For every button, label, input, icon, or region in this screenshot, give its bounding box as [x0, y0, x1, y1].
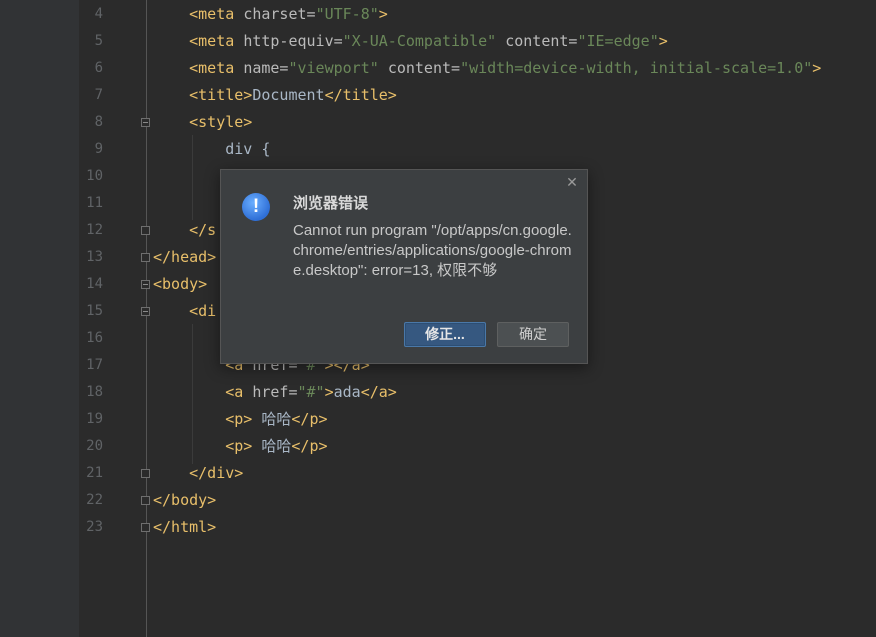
left-tool-strip: [0, 0, 79, 637]
code-line: <di: [189, 302, 217, 320]
line-number: 10: [86, 168, 103, 184]
code-line: </div>: [189, 464, 244, 482]
line-number: 17: [86, 357, 103, 373]
code-line: </html>: [153, 518, 217, 536]
line-number: 21: [86, 465, 103, 481]
dialog-title: 浏览器错误: [293, 195, 369, 212]
line-number: 15: [86, 303, 103, 319]
fold-end-icon[interactable]: [141, 523, 150, 532]
line-number: 11: [86, 195, 103, 211]
close-icon[interactable]: ✕: [565, 175, 579, 189]
line-number: 14: [86, 276, 103, 292]
fold-end-icon[interactable]: [141, 226, 150, 235]
line-number: 9: [94, 141, 103, 157]
code-line: <meta http-equiv="X-UA-Compatible" conte…: [189, 32, 668, 50]
fold-end-icon[interactable]: [141, 253, 150, 262]
code-line: <p> 哈哈</p>: [225, 410, 328, 428]
fold-collapse-icon[interactable]: [141, 307, 150, 316]
line-number: 16: [86, 330, 103, 346]
code-line: </head>: [153, 248, 217, 266]
fix-button[interactable]: 修正...: [404, 322, 486, 347]
code-line: <title>Document</title>: [189, 86, 397, 104]
line-number: 5: [94, 33, 103, 49]
error-info-icon: !: [242, 193, 270, 221]
line-number: 19: [86, 411, 103, 427]
browser-error-dialog: ✕ ! 浏览器错误 Cannot run program "/opt/apps/…: [220, 169, 588, 364]
line-number: 20: [86, 438, 103, 454]
code-line: <body>: [153, 275, 208, 293]
line-number: 12: [86, 222, 103, 238]
line-number: 4: [94, 6, 103, 22]
code-line: <style>: [189, 113, 253, 131]
line-number: 6: [94, 60, 103, 76]
code-line: <meta name="viewport" content="width=dev…: [189, 59, 822, 77]
gutter-divider: [146, 0, 147, 637]
line-number: 18: [86, 384, 103, 400]
line-number: 23: [86, 519, 103, 535]
code-line: <meta charset="UTF-8">: [189, 5, 388, 23]
ok-button[interactable]: 确定: [497, 322, 569, 347]
dialog-message: Cannot run program "/opt/apps/cn.google.…: [293, 222, 572, 279]
fold-end-icon[interactable]: [141, 469, 150, 478]
code-line: </body>: [153, 491, 217, 509]
code-line: <p> 哈哈</p>: [225, 437, 328, 455]
line-number: 22: [86, 492, 103, 508]
fold-end-icon[interactable]: [141, 496, 150, 505]
code-line: <a href="#">ada</a>: [225, 383, 397, 401]
line-number: 13: [86, 249, 103, 265]
fold-collapse-icon[interactable]: [141, 280, 150, 289]
code-line: </s: [189, 221, 217, 239]
line-number: 8: [94, 114, 103, 130]
line-number: 7: [94, 87, 103, 103]
code-line: div {: [225, 140, 271, 158]
fold-collapse-icon[interactable]: [141, 118, 150, 127]
